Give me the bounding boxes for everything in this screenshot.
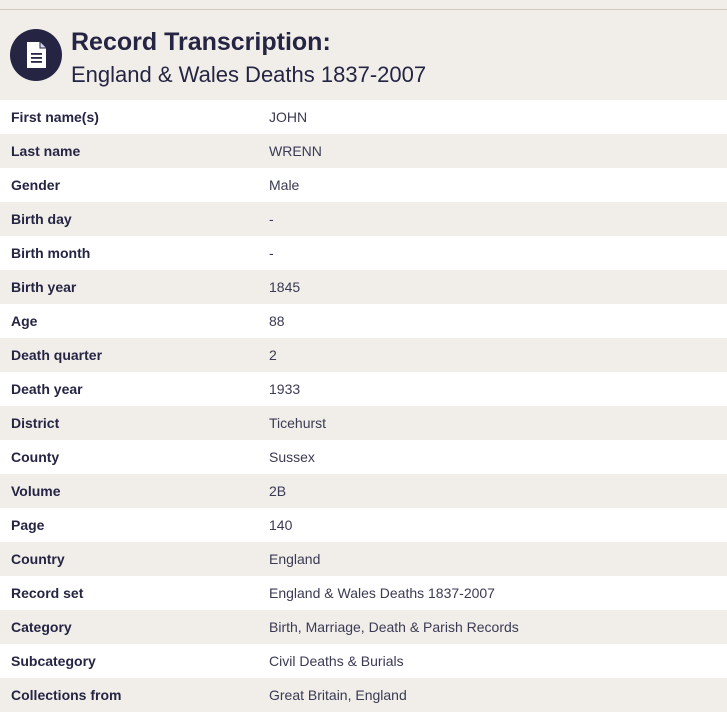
field-value: Great Britain, England <box>269 687 407 703</box>
record-row-country: Country England <box>0 542 727 576</box>
field-label: Birth year <box>11 279 77 295</box>
field-label: Gender <box>11 177 61 193</box>
field-label: Volume <box>11 483 61 499</box>
page-title: Record Transcription: <box>71 28 331 56</box>
record-row-category: Category Birth, Marriage, Death & Parish… <box>0 610 727 644</box>
field-value: 1845 <box>269 279 301 295</box>
transcription-table: First name(s) JOHN Last name WRENN Gende… <box>0 100 727 712</box>
field-value: 2B <box>269 483 287 499</box>
field-label: District <box>11 415 60 431</box>
field-value: Civil Deaths & Burials <box>269 653 404 669</box>
field-label: Last name <box>11 143 81 159</box>
field-label: Country <box>11 551 65 567</box>
record-set-subtitle: England & Wales Deaths 1837-2007 <box>71 62 427 87</box>
field-value: WRENN <box>269 143 322 159</box>
field-value: England & Wales Deaths 1837-2007 <box>269 585 495 601</box>
field-label: Collections from <box>11 687 122 703</box>
record-row-age: Age 88 <box>0 304 727 338</box>
record-row-collections-from: Collections from Great Britain, England <box>0 678 727 712</box>
record-row-page: Page 140 <box>0 508 727 542</box>
field-label: County <box>11 449 60 465</box>
field-value: 2 <box>269 347 277 363</box>
record-header: Record Transcription: England & Wales De… <box>0 10 727 100</box>
field-label: Age <box>11 313 38 329</box>
record-row-volume: Volume 2B <box>0 474 727 508</box>
field-value: - <box>269 211 274 227</box>
record-row-death-year: Death year 1933 <box>0 372 727 406</box>
field-value: 88 <box>269 313 285 329</box>
record-row-district: District Ticehurst <box>0 406 727 440</box>
field-label: Category <box>11 619 72 635</box>
field-value: England <box>269 551 321 567</box>
field-label: Birth month <box>11 245 91 261</box>
field-label: Birth day <box>11 211 72 227</box>
field-value: 140 <box>269 517 293 533</box>
field-label: Page <box>11 517 45 533</box>
field-value: - <box>269 245 274 261</box>
record-row-record-set: Record set England & Wales Deaths 1837-2… <box>0 576 727 610</box>
field-value: JOHN <box>269 109 308 125</box>
field-label: Subcategory <box>11 653 96 669</box>
record-row-county: County Sussex <box>0 440 727 474</box>
field-value: Birth, Marriage, Death & Parish Records <box>269 619 519 635</box>
record-row-last-name: Last name WRENN <box>0 134 727 168</box>
document-icon <box>10 29 62 81</box>
record-row-subcategory: Subcategory Civil Deaths & Burials <box>0 644 727 678</box>
record-row-gender: Gender Male <box>0 168 727 202</box>
record-row-birth-month: Birth month - <box>0 236 727 270</box>
record-row-birth-day: Birth day - <box>0 202 727 236</box>
field-label: First name(s) <box>11 109 99 125</box>
record-row-birth-year: Birth year 1845 <box>0 270 727 304</box>
record-row-death-quarter: Death quarter 2 <box>0 338 727 372</box>
field-value: Ticehurst <box>269 415 327 431</box>
record-row-first-names: First name(s) JOHN <box>0 100 727 134</box>
field-label: Death year <box>11 381 83 397</box>
field-label: Record set <box>11 585 84 601</box>
field-value: Sussex <box>269 449 315 465</box>
field-value: 1933 <box>269 381 301 397</box>
field-value: Male <box>269 177 300 193</box>
field-label: Death quarter <box>11 347 103 363</box>
